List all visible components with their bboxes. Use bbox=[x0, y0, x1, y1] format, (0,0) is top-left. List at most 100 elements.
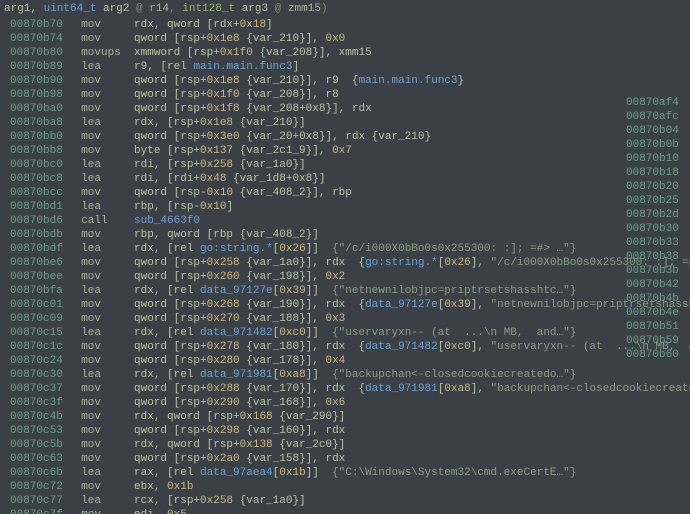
operand-number: 0x2 bbox=[325, 271, 345, 283]
address: 00870c72 bbox=[10, 480, 68, 494]
minimap-address[interactable]: 00870af4 bbox=[626, 96, 686, 110]
operand-number: 0x1b bbox=[279, 467, 305, 479]
minimap-address[interactable]: 00870b38 bbox=[626, 250, 686, 264]
operand-number: 0x137 bbox=[200, 145, 233, 157]
minimap-address[interactable]: 00870b30 bbox=[626, 222, 686, 236]
operand-number: 0x270 bbox=[207, 313, 240, 325]
operand-dataref[interactable]: data_971482 bbox=[365, 341, 438, 353]
operand-text: {var_158}], rdx bbox=[240, 453, 346, 465]
disasm-line[interactable]: 00870c5b mov rdx, qword [rsp+0x138 {var_… bbox=[6, 438, 690, 452]
operand-text: ] bbox=[226, 201, 233, 213]
minimap-address[interactable]: 00870b4b bbox=[626, 292, 686, 306]
disasm-line[interactable]: 00870bdf lea rdx, [rel go:string.*[0x26]… bbox=[6, 242, 690, 256]
operand-text: rdx, qword [rsp+ bbox=[134, 411, 240, 423]
minimap-address[interactable]: 00870b3b bbox=[626, 264, 686, 278]
disasm-line[interactable]: 00870c7f mov edi, 0x5 bbox=[6, 508, 690, 514]
operand-dataref[interactable]: go:string.* bbox=[200, 243, 273, 255]
minimap-address[interactable]: 00870b51 bbox=[626, 320, 686, 334]
address: 00870bdf bbox=[10, 242, 68, 256]
disasm-line[interactable]: 00870c24 mov qword [rsp+0x280 {var_178}]… bbox=[6, 354, 690, 368]
minimap-address[interactable]: 00870b33 bbox=[626, 236, 686, 250]
operand-text: ], bbox=[471, 383, 491, 395]
minimap-address[interactable]: 00870b42 bbox=[626, 278, 686, 292]
disasm-line[interactable]: 00870b70 mov rdx, qword [rdx+0x18] bbox=[6, 18, 690, 32]
operand-text: ]] bbox=[306, 285, 332, 297]
minimap-address[interactable]: 00870b18 bbox=[626, 166, 686, 180]
operand-number: 0x7 bbox=[332, 145, 352, 157]
address: 00870c63 bbox=[10, 452, 68, 466]
disasm-line[interactable]: 00870be6 mov qword [rsp+0x258 {var_1a0}]… bbox=[6, 256, 690, 270]
operand-dataref[interactable]: data_971981 bbox=[365, 383, 438, 395]
disasm-line[interactable]: 00870b90 mov qword [rsp+0x1e8 {var_210}]… bbox=[6, 74, 690, 88]
operand-subroutine[interactable]: sub_4663f0 bbox=[134, 215, 200, 227]
disasm-line[interactable]: 00870c15 lea rdx, [rel data_971482[0xc0]… bbox=[6, 326, 690, 340]
operand-function[interactable]: main.main.func3 bbox=[358, 75, 457, 87]
operand-number: 0x48 bbox=[200, 173, 226, 185]
disasm-line[interactable]: 00870c53 mov qword [rsp+0x298 {var_160}]… bbox=[6, 424, 690, 438]
disasm-line[interactable]: 00870bdb mov rbp, qword [rbp {var_408_2}… bbox=[6, 228, 690, 242]
disasm-line[interactable]: 00870c4b mov rdx, qword [rsp+0x168 {var_… bbox=[6, 410, 690, 424]
operand-function[interactable]: main.main.func3 bbox=[193, 61, 292, 73]
disasm-line[interactable]: 00870bee mov qword [rsp+0x260 {var_198}]… bbox=[6, 270, 690, 284]
mnemonic: mov bbox=[81, 312, 121, 326]
disasm-line[interactable]: 00870b74 mov qword [rsp+0x1e8 {var_210}]… bbox=[6, 32, 690, 46]
operand-text: rbp, qword [rbp {var_408_2}] bbox=[134, 229, 319, 241]
disasm-line[interactable]: 00870b89 lea r9, [rel main.main.func3] bbox=[6, 60, 690, 74]
disasm-line[interactable]: 00870c77 lea rcx, [rsp+0x258 {var_1a0}] bbox=[6, 494, 690, 508]
operand-dataref[interactable]: data_97aea4 bbox=[200, 467, 273, 479]
operand-number: 0x258 bbox=[200, 495, 233, 507]
disasm-line[interactable]: 00870bc0 lea rdi, [rsp+0x258 {var_1a0}] bbox=[6, 158, 690, 172]
disasm-line[interactable]: 00870c01 mov qword [rsp+0x268 {var_190}]… bbox=[6, 298, 690, 312]
disasm-line[interactable]: 00870c63 mov qword [rsp+0x2a0 {var_158}]… bbox=[6, 452, 690, 466]
operand-number: 0x26 bbox=[279, 243, 305, 255]
minimap-address[interactable]: 00870afc bbox=[626, 110, 686, 124]
operand-text: {var_170}], rdx { bbox=[240, 383, 365, 395]
minimap-address[interactable]: 00870b60 bbox=[626, 348, 686, 362]
address: 00870af4 bbox=[626, 97, 679, 109]
minimap-address[interactable]: 00870b25 bbox=[626, 194, 686, 208]
minimap-address[interactable]: 00870b59 bbox=[626, 334, 686, 348]
disasm-line[interactable]: 00870bcc mov qword [rsp-0x10 {var_408_2}… bbox=[6, 186, 690, 200]
disasm-line[interactable]: 00870c3f mov qword [rsp+0x290 {var_168}]… bbox=[6, 396, 690, 410]
operand-number: 0x4 bbox=[325, 355, 345, 367]
disasm-line[interactable]: 00870bb8 mov byte [rsp+0x137 {var_2c1_9}… bbox=[6, 144, 690, 158]
disasm-line[interactable]: 00870c6b lea rax, [rel data_97aea4[0x1b]… bbox=[6, 466, 690, 480]
disassembly-listing[interactable]: 00870b70 mov rdx, qword [rdx+0x18]00870b… bbox=[6, 18, 690, 514]
operand-text: qword [rsp+ bbox=[134, 299, 207, 311]
operand-dataref[interactable]: data_97127e bbox=[365, 299, 438, 311]
disasm-line[interactable]: 00870ba0 mov qword [rsp+0x1f8 {var_208+0… bbox=[6, 102, 690, 116]
operand-number: 0x278 bbox=[207, 341, 240, 353]
disasm-line[interactable]: 00870bd1 lea rbp, [rsp-0x10] bbox=[6, 200, 690, 214]
disasm-line[interactable]: 00870c1c mov qword [rsp+0x278 {var_180}]… bbox=[6, 340, 690, 354]
operand-dataref[interactable]: data_97127e bbox=[200, 285, 273, 297]
address: 00870b4b bbox=[626, 293, 679, 305]
operand-dataref[interactable]: go:string.* bbox=[365, 257, 438, 269]
operand-number: 0x290 bbox=[207, 397, 240, 409]
disasm-line[interactable]: 00870c37 mov qword [rsp+0x288 {var_170}]… bbox=[6, 382, 690, 396]
disasm-line[interactable]: 00870bfa lea rdx, [rel data_97127e[0x39]… bbox=[6, 284, 690, 298]
disasm-line[interactable]: 00870b80 movups xmmword [rsp+0x1f0 {var_… bbox=[6, 46, 690, 60]
disasm-line[interactable]: 00870bb0 mov qword [rsp+0x3e0 {var_20+0x… bbox=[6, 130, 690, 144]
disasm-line[interactable]: 00870c72 mov ebx, 0x1b bbox=[6, 480, 690, 494]
disasm-line[interactable]: 00870c09 mov qword [rsp+0x270 {var_188}]… bbox=[6, 312, 690, 326]
operand-text: ]] bbox=[306, 243, 332, 255]
minimap-addresses[interactable]: 00870af400870afc00870b0400870b0b00870b10… bbox=[626, 96, 686, 362]
operand-dataref[interactable]: data_971482 bbox=[200, 327, 273, 339]
disasm-line[interactable]: 00870bd6 call sub_4663f0 bbox=[6, 214, 690, 228]
disasm-line[interactable]: 00870ba8 lea rdx, [rsp+0x1e8 {var_210}] bbox=[6, 116, 690, 130]
minimap-address[interactable]: 00870b0b bbox=[626, 138, 686, 152]
address: 00870b89 bbox=[10, 60, 68, 74]
sig-reg-zmm15: zmm15 bbox=[288, 3, 321, 15]
minimap-address[interactable]: 00870b20 bbox=[626, 180, 686, 194]
operand-text: rdx, qword [rdx+ bbox=[134, 19, 240, 31]
disasm-line[interactable]: 00870b98 mov qword [rsp+0x1f0 {var_208}]… bbox=[6, 88, 690, 102]
minimap-address[interactable]: 00870b10 bbox=[626, 152, 686, 166]
operand-dataref[interactable]: data_971981 bbox=[200, 369, 273, 381]
address: 00870c30 bbox=[10, 368, 68, 382]
disasm-line[interactable]: 00870c30 lea rdx, [rel data_971981[0xa8]… bbox=[6, 368, 690, 382]
operand-number: 0x298 bbox=[207, 425, 240, 437]
disasm-line[interactable]: 00870bc8 lea rdi, [rdi+0x48 {var_1d8+0x8… bbox=[6, 172, 690, 186]
minimap-address[interactable]: 00870b2d bbox=[626, 208, 686, 222]
minimap-address[interactable]: 00870b04 bbox=[626, 124, 686, 138]
minimap-address[interactable]: 00870b4e bbox=[626, 306, 686, 320]
